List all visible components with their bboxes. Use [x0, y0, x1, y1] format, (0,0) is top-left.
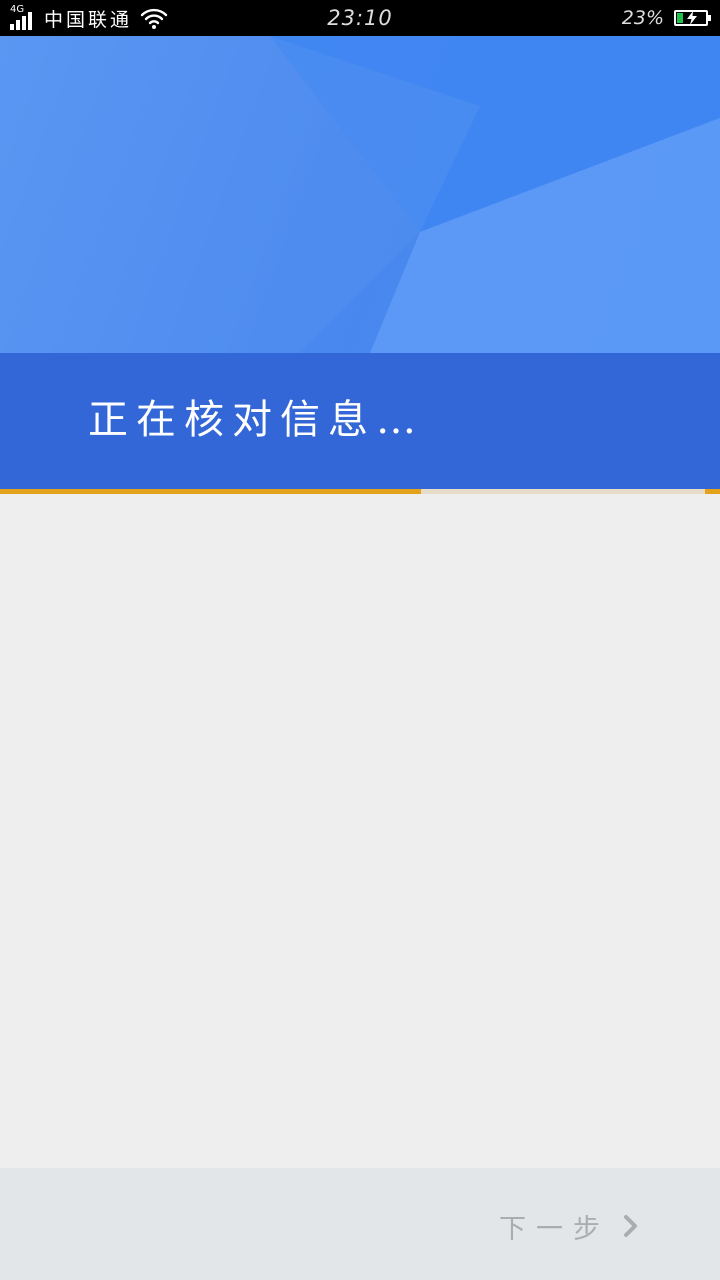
status-right: 23% [621, 0, 711, 36]
battery-icon [674, 10, 711, 26]
battery-percent: 23% [621, 7, 664, 29]
header-decoration [0, 36, 720, 353]
status-time: 23:10 [327, 6, 393, 30]
footer-bar: 下一步 [0, 1168, 720, 1280]
next-step-button[interactable]: 下一步 [499, 1206, 640, 1246]
status-bar: 4G 中国联通 23:10 23% [0, 0, 720, 36]
next-step-label: 下一步 [499, 1213, 610, 1245]
header-banner [0, 36, 720, 353]
content-area [0, 494, 720, 1168]
verification-status-title: 正在核对信息… [88, 397, 424, 443]
battery-fill [677, 13, 683, 23]
charging-icon [687, 11, 697, 25]
chevron-right-icon [624, 1215, 637, 1237]
